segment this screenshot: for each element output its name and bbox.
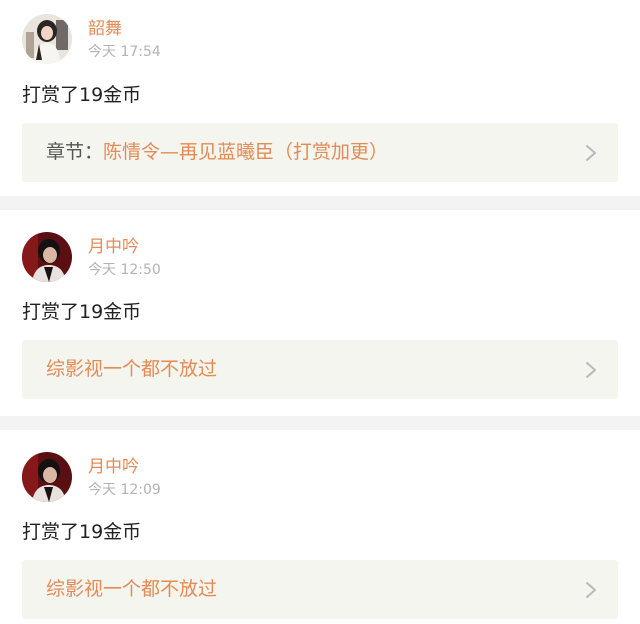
chapter-link[interactable]: 章节：陈情令—再见蓝曦臣（打赏加更） [22, 123, 618, 182]
reward-card: 月中吟 今天 12:50 打赏了19金币 综影视一个都不放过 [0, 210, 640, 416]
timestamp: 今天 12:09 [88, 482, 161, 498]
book-link-text: 综影视一个都不放过 [46, 340, 217, 399]
reward-message: 打赏了19金币 [22, 301, 142, 323]
chapter-link-text: 章节：陈情令—再见蓝曦臣（打赏加更） [46, 123, 388, 182]
timestamp: 今天 12:50 [88, 262, 161, 278]
book-link-text: 综影视一个都不放过 [46, 560, 217, 619]
avatar-image [22, 452, 72, 502]
reward-message: 打赏了19金币 [22, 84, 142, 106]
book-link[interactable]: 综影视一个都不放过 [22, 340, 618, 399]
reward-card: 月中吟 今天 12:09 打赏了19金币 综影视一个都不放过 [0, 430, 640, 624]
book-title: 综影视一个都不放过 [46, 358, 218, 380]
user-name[interactable]: 月中吟 [88, 236, 139, 258]
reward-feed: 韶舞 今天 17:54 打赏了19金币 章节：陈情令—再见蓝曦臣（打赏加更） 月… [0, 0, 640, 624]
chapter-title: 陈情令—再见蓝曦臣（打赏加更） [103, 141, 389, 163]
chevron-right-icon [586, 145, 596, 161]
divider [0, 196, 640, 210]
avatar[interactable] [22, 452, 72, 502]
avatar[interactable] [22, 14, 72, 64]
chevron-right-icon [586, 582, 596, 598]
divider [0, 416, 640, 430]
chapter-label: 章节： [46, 141, 104, 163]
chevron-right-icon [586, 362, 596, 378]
avatar-image [22, 232, 72, 282]
user-name[interactable]: 韶舞 [88, 18, 122, 40]
reward-message: 打赏了19金币 [22, 521, 142, 543]
user-name[interactable]: 月中吟 [88, 456, 139, 478]
reward-card: 韶舞 今天 17:54 打赏了19金币 章节：陈情令—再见蓝曦臣（打赏加更） [0, 0, 640, 196]
book-link[interactable]: 综影视一个都不放过 [22, 560, 618, 619]
avatar-image [22, 14, 72, 64]
avatar[interactable] [22, 232, 72, 282]
timestamp: 今天 17:54 [88, 44, 161, 60]
book-title: 综影视一个都不放过 [46, 578, 218, 600]
